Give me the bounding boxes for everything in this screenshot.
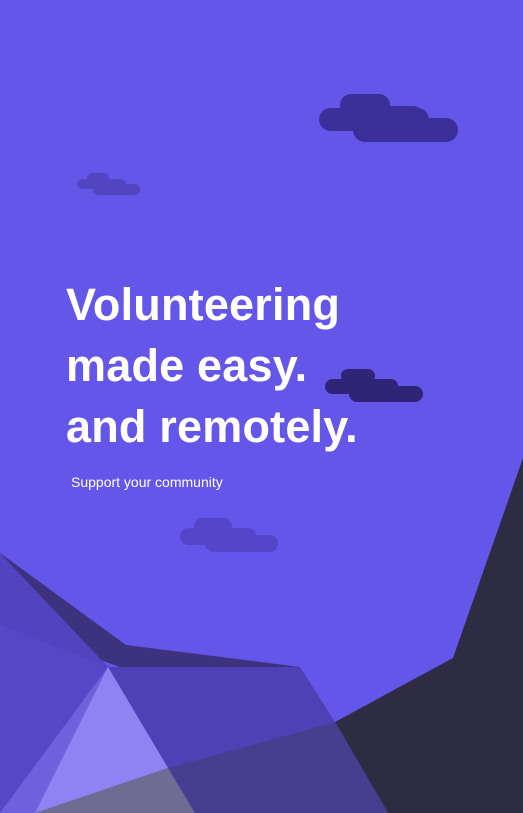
headline-line-3: and remotely. (66, 401, 358, 452)
headline-line-2: made easy. (66, 340, 308, 391)
hero-headline: Volunteering made easy. and remotely. (66, 274, 358, 457)
headline-line-1: Volunteering (66, 279, 341, 330)
splash-screen: Volunteering made easy. and remotely. Su… (0, 0, 523, 813)
hero-tagline: Support your community (71, 474, 223, 490)
